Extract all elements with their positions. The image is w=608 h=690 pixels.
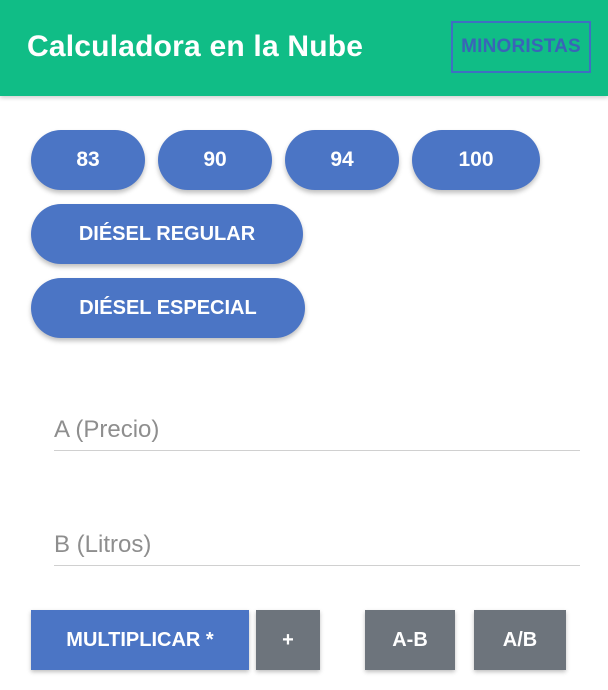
fuel-94-button[interactable]: 94 — [285, 130, 399, 190]
diesel-regular-button[interactable]: DIÉSEL REGULAR — [31, 204, 303, 264]
multiply-button[interactable]: MULTIPLICAR * — [31, 610, 249, 670]
diesel-especial-button[interactable]: DIÉSEL ESPECIAL — [31, 278, 305, 338]
price-input[interactable] — [54, 410, 580, 451]
add-button[interactable]: + — [256, 610, 320, 670]
fuel-90-button[interactable]: 90 — [158, 130, 272, 190]
fuel-83-button[interactable]: 83 — [31, 130, 145, 190]
minoristas-button[interactable]: MINORISTAS — [451, 21, 591, 73]
fuel-100-button[interactable]: 100 — [412, 130, 540, 190]
divide-button[interactable]: A/B — [474, 610, 566, 670]
subtract-button[interactable]: A-B — [365, 610, 455, 670]
app-bar: Calculadora en la Nube MINORISTAS — [0, 0, 608, 96]
liters-input[interactable] — [54, 525, 580, 566]
app-title: Calculadora en la Nube — [27, 30, 364, 63]
